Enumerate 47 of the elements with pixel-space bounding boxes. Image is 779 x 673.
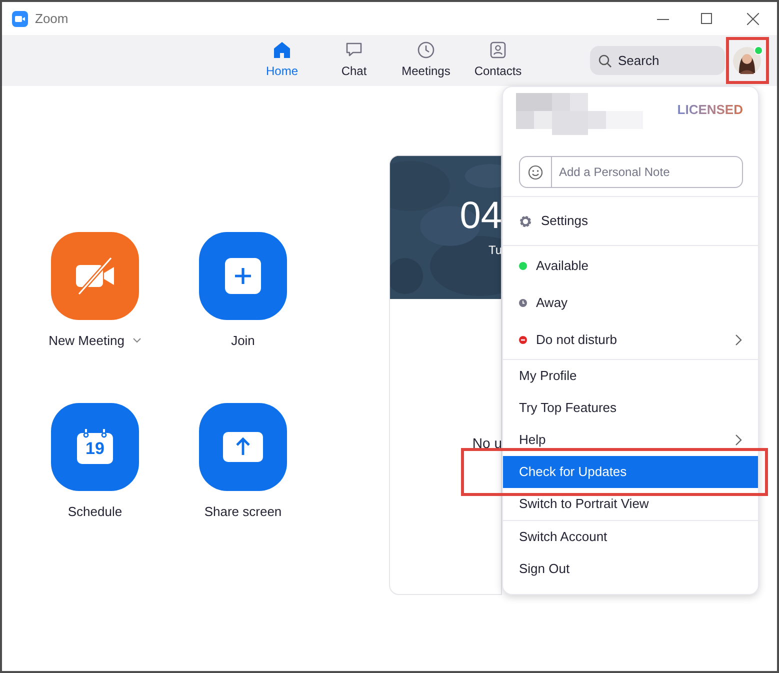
menu-item[interactable]: Switch Account	[503, 521, 758, 553]
smiley-icon[interactable]	[528, 165, 543, 180]
action-label: Schedule	[68, 502, 122, 520]
action-label: Share screen	[204, 502, 282, 520]
maximize-icon[interactable]	[701, 13, 712, 24]
action-tile[interactable]	[51, 232, 139, 320]
menu-item[interactable]: Away	[503, 284, 758, 321]
menu-item[interactable]: Settings	[503, 205, 758, 237]
dropdown-caret-icon[interactable]	[133, 338, 142, 344]
submenu-chevron-icon	[735, 434, 742, 446]
window-title: Zoom	[35, 10, 68, 28]
clock-icon	[417, 41, 435, 59]
personal-note-field[interactable]: Add a Personal Note	[519, 156, 743, 188]
home-icon	[273, 41, 291, 59]
gear-icon	[519, 214, 532, 228]
menu-item[interactable]: Do not disturb	[503, 321, 758, 358]
no-meetings-text: No u	[472, 434, 501, 453]
share-screen-icon	[223, 432, 263, 462]
avatar[interactable]	[733, 46, 761, 74]
action-tile[interactable]	[199, 402, 287, 490]
action-tile[interactable]: 19	[51, 402, 139, 490]
calendar-icon	[77, 428, 113, 464]
nav-tab[interactable]: Chat	[318, 38, 390, 84]
chat-icon	[345, 41, 363, 59]
menu-item[interactable]: Check for Updates	[503, 456, 758, 488]
nav-tab[interactable]: Meetings	[390, 38, 462, 84]
search-field[interactable]: Search	[590, 46, 725, 75]
meeting-time: 04	[460, 196, 501, 234]
plus-icon	[225, 258, 261, 294]
action-label: New Meeting	[48, 332, 124, 350]
action-tile[interactable]	[199, 232, 287, 320]
nav-tab[interactable]: Contacts	[462, 38, 534, 84]
action-label: Join	[231, 332, 255, 350]
menu-item[interactable]: Switch to Portrait View	[503, 488, 758, 520]
calendar-day: 19	[77, 440, 113, 456]
search-icon	[598, 54, 612, 68]
menu-item[interactable]: Sign Out	[503, 553, 758, 585]
menu-item[interactable]: Try Top Features	[503, 392, 758, 424]
nav-tab[interactable]: Home	[246, 38, 318, 84]
menu-item[interactable]: Help	[503, 424, 758, 456]
app-logo-icon	[12, 10, 28, 26]
submenu-chevron-icon	[735, 334, 742, 346]
menu-item[interactable]: Available	[503, 247, 758, 284]
close-icon[interactable]	[747, 12, 759, 24]
meeting-date: Tu	[488, 242, 501, 258]
contacts-icon	[489, 41, 507, 59]
menu-item[interactable]: My Profile	[503, 360, 758, 392]
